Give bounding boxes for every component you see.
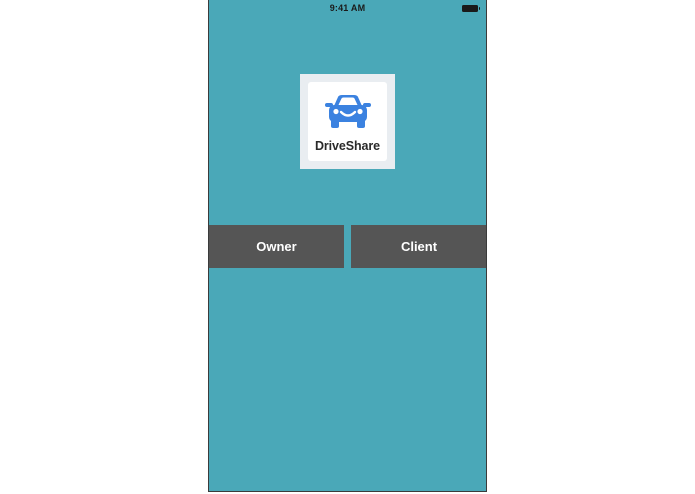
phone-screen: 9:41 AM DriveShare Owner Client [208,0,487,492]
owner-button[interactable]: Owner [209,225,344,268]
stage: 9:41 AM DriveShare Owner Client [0,0,695,494]
app-logo: DriveShare [300,74,395,169]
status-time: 9:41 AM [329,3,366,13]
owner-button-label: Owner [256,239,297,254]
client-button-label: Client [400,239,438,254]
brand-name: DriveShare [314,139,380,153]
battery-icon [462,5,480,12]
car-icon [325,95,371,128]
client-button[interactable]: Client [351,225,486,268]
status-bar: 9:41 AM [209,0,486,18]
logo-tile: DriveShare [308,82,387,161]
